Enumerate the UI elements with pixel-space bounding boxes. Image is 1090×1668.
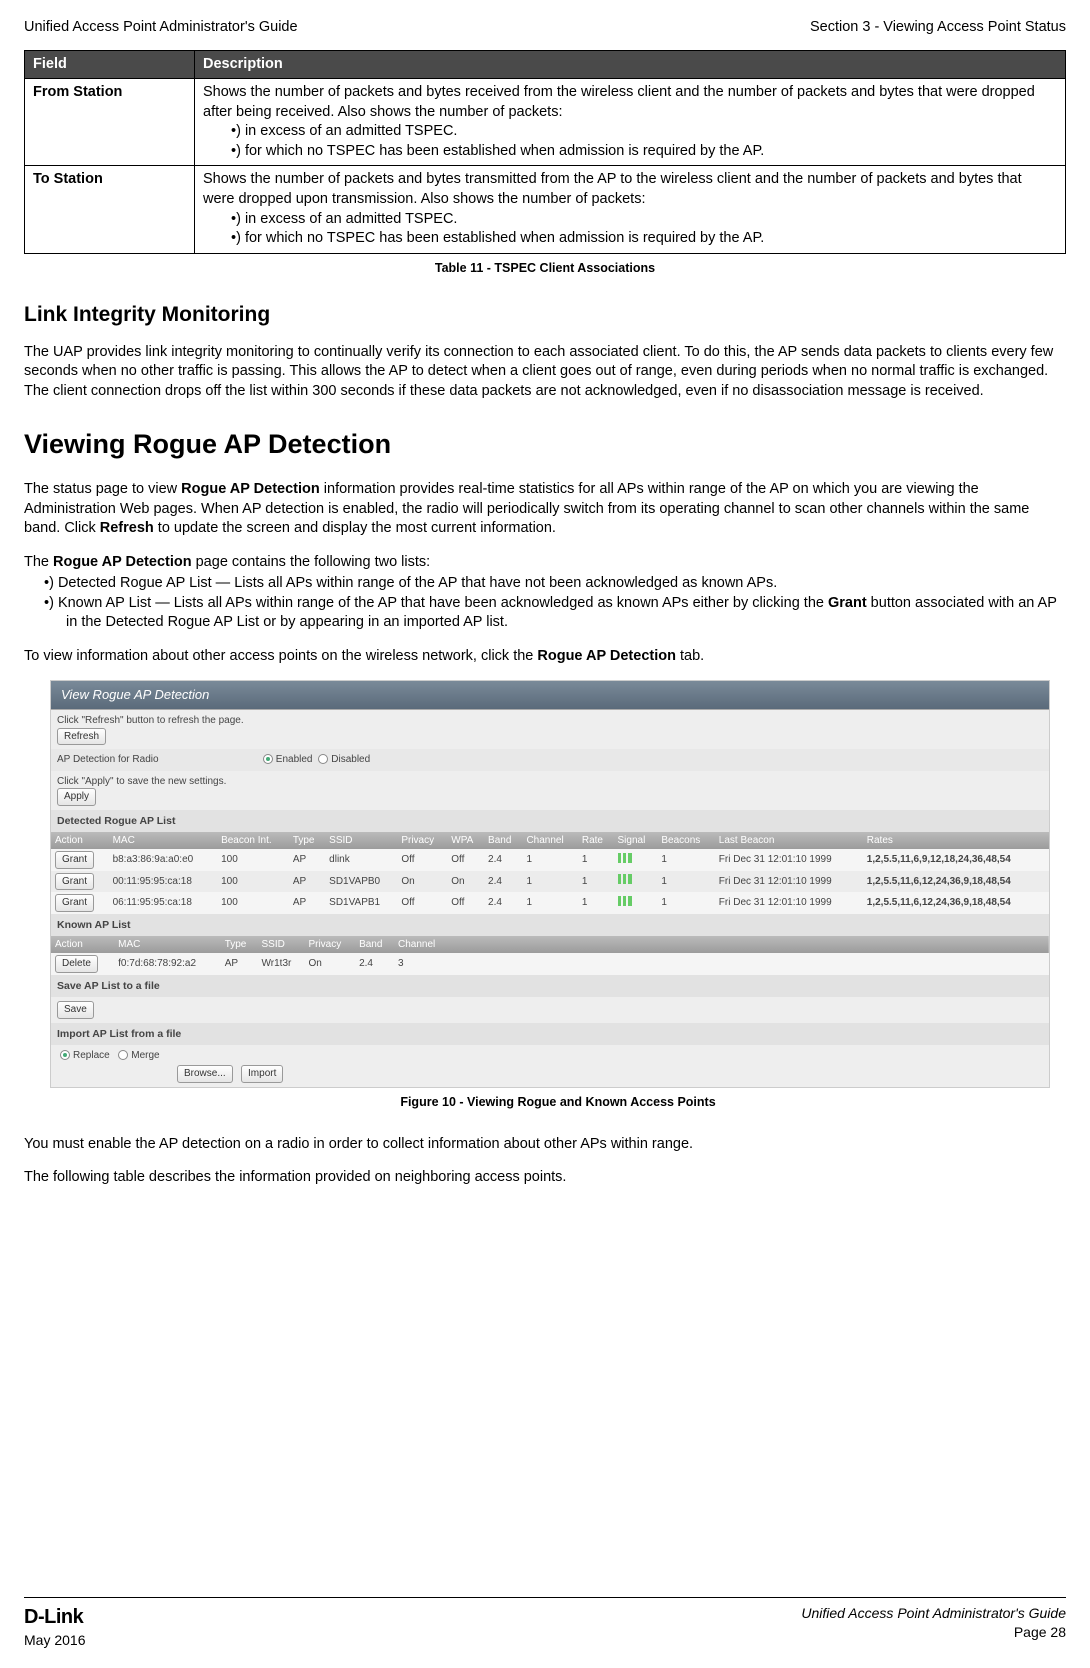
rogue-lists: Detected Rogue AP List — Lists all APs w… <box>24 574 1066 633</box>
apply-hint: Click "Apply" to save the new settings. <box>57 775 1043 789</box>
paragraph-after-1: You must enable the AP detection on a ra… <box>24 1135 1066 1155</box>
detected-header-row: Action MAC Beacon Int. Type SSID Privacy… <box>51 832 1049 850</box>
import-button[interactable]: Import <box>241 1065 283 1083</box>
table-row: Grant 00:11:95:95:ca:18 100 AP SD1VAPB0 … <box>51 871 1049 893</box>
bullet-item: for which no TSPEC has been established … <box>231 229 1057 249</box>
table-tspec: Field Description From Station Shows the… <box>24 50 1066 254</box>
footer-title: Unified Access Point Administrator's Gui… <box>801 1604 1066 1623</box>
signal-icon <box>618 853 632 863</box>
radio-label: AP Detection for Radio <box>57 753 257 767</box>
bullet-item: for which no TSPEC has been established … <box>231 142 1057 162</box>
ui-radio-section: AP Detection for Radio Enabled Disabled <box>51 749 1049 771</box>
known-list-title: Known AP List <box>51 914 1049 936</box>
save-list-title: Save AP List to a file <box>51 975 1049 997</box>
ui-apply-section: Click "Apply" to save the new settings. … <box>51 771 1049 810</box>
field-to-station: To Station <box>25 166 195 253</box>
refresh-button[interactable]: Refresh <box>57 728 106 746</box>
table-row: To Station Shows the number of packets a… <box>25 166 1066 253</box>
known-header-row: Action MAC Type SSID Privacy Band Channe… <box>51 936 1049 954</box>
paragraph-rogue-3: To view information about other access p… <box>24 647 1066 667</box>
enabled-label: Enabled <box>276 754 313 765</box>
grant-button[interactable]: Grant <box>55 873 94 891</box>
list-item-detected: Detected Rogue AP List — Lists all APs w… <box>44 574 1066 594</box>
paragraph-after-2: The following table describes the inform… <box>24 1168 1066 1188</box>
save-button[interactable]: Save <box>57 1001 94 1019</box>
figure-caption: Figure 10 - Viewing Rogue and Known Acce… <box>50 1094 1066 1111</box>
signal-icon <box>618 896 632 906</box>
grant-button[interactable]: Grant <box>55 894 94 912</box>
grant-button[interactable]: Grant <box>55 851 94 869</box>
page-header: Unified Access Point Administrator's Gui… <box>24 18 1066 38</box>
heading-link-integrity: Link Integrity Monitoring <box>24 301 1066 329</box>
radio-merge[interactable] <box>118 1050 128 1060</box>
ui-refresh-section: Click "Refresh" button to refresh the pa… <box>51 710 1049 749</box>
detected-list-title: Detected Rogue AP List <box>51 810 1049 832</box>
browse-button[interactable]: Browse... <box>177 1065 233 1083</box>
header-left: Unified Access Point Administrator's Gui… <box>24 18 298 38</box>
desc-from-station: Shows the number of packets and bytes re… <box>195 79 1066 166</box>
table-row: From Station Shows the number of packets… <box>25 79 1066 166</box>
dlink-logo: D-Link <box>24 1604 85 1631</box>
table11-caption: Table 11 - TSPEC Client Associations <box>24 260 1066 277</box>
table-row: Grant b8:a3:86:9a:a0:e0 100 AP dlink Off… <box>51 849 1049 871</box>
bullet-item: in excess of an admitted TSPEC. <box>231 210 1057 230</box>
col-field: Field <box>25 50 195 79</box>
table-row: Grant 06:11:95:95:ca:18 100 AP SD1VAPB1 … <box>51 892 1049 914</box>
import-list-title: Import AP List from a file <box>51 1023 1049 1045</box>
desc-to-station: Shows the number of packets and bytes tr… <box>195 166 1066 253</box>
bullet-item: in excess of an admitted TSPEC. <box>231 122 1057 142</box>
apply-button[interactable]: Apply <box>57 788 96 806</box>
paragraph-link-integrity: The UAP provides link integrity monitori… <box>24 343 1066 402</box>
radio-disabled[interactable] <box>318 754 328 764</box>
signal-icon <box>618 874 632 884</box>
radio-replace[interactable] <box>60 1050 70 1060</box>
desc-text: Shows the number of packets and bytes tr… <box>203 171 1022 207</box>
ui-window-title: View Rogue AP Detection <box>51 681 1049 710</box>
field-from-station: From Station <box>25 79 195 166</box>
disabled-label: Disabled <box>331 754 370 765</box>
desc-text: Shows the number of packets and bytes re… <box>203 84 1035 120</box>
footer-date: May 2016 <box>24 1631 85 1650</box>
list-item-known: Known AP List — Lists all APs within ran… <box>44 594 1066 633</box>
refresh-hint: Click "Refresh" button to refresh the pa… <box>57 714 1043 728</box>
delete-button[interactable]: Delete <box>55 955 98 973</box>
detected-table: Action MAC Beacon Int. Type SSID Privacy… <box>51 832 1049 914</box>
header-right: Section 3 - Viewing Access Point Status <box>810 18 1066 38</box>
ui-screenshot: View Rogue AP Detection Click "Refresh" … <box>50 680 1050 1087</box>
known-table: Action MAC Type SSID Privacy Band Channe… <box>51 936 1049 975</box>
heading-rogue-ap: Viewing Rogue AP Detection <box>24 426 1066 462</box>
ui-import-section: Replace Merge Browse... Import <box>51 1045 1049 1087</box>
figure-rogue-ap: View Rogue AP Detection Click "Refresh" … <box>50 680 1066 1110</box>
paragraph-rogue-2: The Rogue AP Detection page contains the… <box>24 553 1066 573</box>
col-description: Description <box>195 50 1066 79</box>
merge-label: Merge <box>131 1050 159 1061</box>
table-row: Delete f0:7d:68:78:92:a2 AP Wr1t3r On 2.… <box>51 953 1049 975</box>
ui-save-section: Save <box>51 997 1049 1023</box>
page-footer: D-Link May 2016 Unified Access Point Adm… <box>24 1597 1066 1650</box>
footer-page: Page 28 <box>801 1623 1066 1642</box>
paragraph-rogue-1: The status page to view Rogue AP Detecti… <box>24 480 1066 539</box>
radio-enabled[interactable] <box>263 754 273 764</box>
replace-label: Replace <box>73 1050 110 1061</box>
